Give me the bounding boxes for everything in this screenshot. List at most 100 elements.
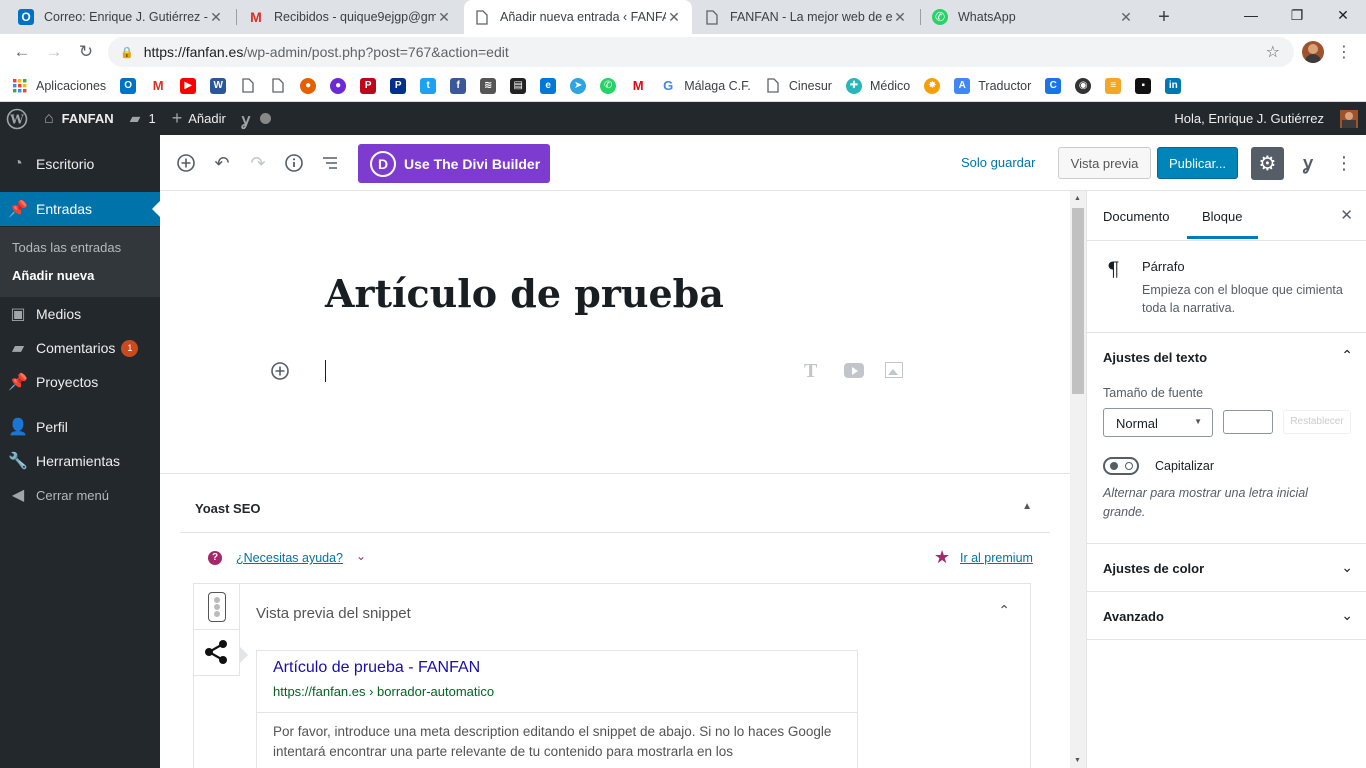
collapse-arrow-icon[interactable]: ▲	[1022, 501, 1032, 512]
bookmark-item[interactable]: P	[390, 77, 407, 94]
bookmark-item[interactable]: ▪	[1135, 77, 1152, 94]
redo-button[interactable]: ↷	[246, 151, 270, 175]
profile-avatar[interactable]	[1302, 41, 1324, 63]
block-navigation-button[interactable]	[318, 151, 342, 175]
bookmark-item[interactable]: G Málaga C.F.	[660, 78, 751, 94]
admin-avatar[interactable]	[1340, 110, 1358, 128]
video-icon[interactable]	[844, 363, 864, 378]
close-icon[interactable]: ✕	[1340, 206, 1353, 224]
bookmark-item[interactable]: Cinesur	[765, 78, 832, 94]
settings-button[interactable]: ⚙	[1251, 147, 1284, 180]
bookmark-item[interactable]: ◉	[1075, 77, 1092, 94]
reload-button[interactable]: ↻	[74, 40, 98, 64]
close-icon[interactable]: ✕	[666, 9, 682, 26]
share-icon[interactable]	[194, 630, 240, 676]
dropcap-toggle[interactable]	[1103, 457, 1139, 475]
browser-tab-outlook[interactable]: O Correo: Enrique J. Gutiérrez - C ✕	[8, 0, 234, 34]
yoast-sidebar-button[interactable]: ỿ	[1296, 151, 1320, 175]
advanced-panel[interactable]: Avanzado ⌄	[1087, 592, 1366, 640]
chevron-down-icon[interactable]: ⌄	[1341, 607, 1353, 624]
address-bar[interactable]: 🔒 https://fanfan.es/wp-admin/post.php?po…	[108, 37, 1294, 67]
sidebar-item-cerrar-menu[interactable]: ◀ Cerrar menú	[0, 478, 160, 512]
back-button[interactable]: ←	[10, 40, 34, 64]
bookmark-item[interactable]: M	[150, 78, 166, 94]
traffic-light-icon[interactable]	[194, 584, 240, 630]
forward-button[interactable]: →	[42, 40, 66, 64]
bookmark-item[interactable]: ✸	[924, 77, 941, 94]
bookmark-item[interactable]: ➤	[570, 77, 587, 94]
bookmark-item[interactable]: C	[1045, 77, 1062, 94]
sidebar-item-herramientas[interactable]: 🔧 Herramientas	[0, 444, 160, 478]
premium-link[interactable]: Ir al premium	[960, 551, 1033, 565]
save-draft-button[interactable]: Solo guardar	[961, 155, 1035, 170]
minimize-button[interactable]: —	[1228, 0, 1274, 30]
close-icon[interactable]: ✕	[1118, 9, 1134, 26]
text-settings-title[interactable]: Ajustes del texto	[1103, 350, 1207, 365]
star-icon[interactable]: ☆	[1266, 42, 1280, 62]
comments-link[interactable]: ▰ 1	[122, 102, 164, 135]
browser-tab-fanfan[interactable]: FANFAN - La mejor web de ent ✕	[694, 0, 918, 34]
bookmark-item[interactable]: ▤	[510, 77, 527, 94]
help-link[interactable]: ¿Necesitas ayuda?	[236, 551, 343, 565]
browser-tab-gmail[interactable]: M Recibidos - quique9ejgp@gma ✕	[238, 0, 462, 34]
sidebar-item-medios[interactable]: ▣ Medios	[0, 297, 160, 331]
scroll-down-icon[interactable]: ▼	[1074, 757, 1081, 764]
bookmark-item[interactable]: t	[420, 77, 437, 94]
info-button[interactable]	[282, 151, 306, 175]
undo-button[interactable]: ↶	[210, 151, 234, 175]
chevron-up-icon[interactable]: ⌃	[998, 602, 1010, 619]
image-icon[interactable]	[885, 362, 903, 378]
chrome-menu-icon[interactable]: ⋮	[1336, 42, 1352, 62]
bookmark-item[interactable]: ≡	[1105, 77, 1122, 94]
bookmark-item[interactable]: ✚ Médico	[845, 77, 910, 94]
yoast-adminbar-link[interactable]: ỿ	[234, 102, 279, 135]
bookmark-item[interactable]	[270, 78, 286, 94]
sidebar-item-escritorio[interactable]: ◔ Escritorio	[0, 147, 160, 181]
bookmark-item[interactable]: Aplicaciones	[12, 78, 106, 94]
add-new-link[interactable]: + Añadir	[164, 102, 234, 135]
sidebar-item-comentarios[interactable]: ▰ Comentarios 1	[0, 331, 160, 365]
bookmark-item[interactable]: M	[630, 78, 646, 94]
bookmark-item[interactable]: f	[450, 77, 467, 94]
user-greeting-link[interactable]: Hola, Enrique J. Gutiérrez	[1166, 102, 1332, 135]
browser-tab-whatsapp[interactable]: ✆ WhatsApp ✕	[922, 0, 1144, 34]
bookmark-item[interactable]: W	[210, 77, 227, 94]
browser-tab-active[interactable]: Añadir nueva entrada ‹ FANFAN ✕	[464, 0, 692, 34]
bookmark-item[interactable]: O	[120, 77, 137, 94]
new-tab-button[interactable]: +	[1152, 5, 1176, 29]
scrollbar-thumb[interactable]	[1072, 208, 1084, 394]
chevron-up-icon[interactable]: ⌃	[1341, 347, 1353, 364]
window-close-button[interactable]: ✕	[1320, 0, 1366, 30]
color-settings-panel[interactable]: Ajustes de color ⌄	[1087, 544, 1366, 592]
bookmark-item[interactable]: P	[360, 77, 377, 94]
chevron-down-icon[interactable]: ⌄	[1341, 559, 1353, 576]
bookmark-item[interactable]: ≋	[480, 77, 497, 94]
wordpress-logo-icon[interactable]: W	[0, 102, 36, 135]
post-title[interactable]: Artículo de prueba	[325, 271, 724, 316]
submenu-anadir-nueva[interactable]: Añadir nueva	[12, 268, 94, 283]
close-icon[interactable]: ✕	[892, 9, 908, 26]
site-name-link[interactable]: ⌂ FANFAN	[36, 102, 122, 135]
google-preview[interactable]: Artículo de prueba - FANFAN https://fanf…	[256, 650, 858, 768]
close-icon[interactable]: ✕	[208, 9, 224, 26]
preview-button[interactable]: Vista previa	[1058, 147, 1151, 179]
tab-bloque[interactable]: Bloque	[1202, 209, 1242, 224]
sidebar-item-perfil[interactable]: 👤 Perfil	[0, 410, 160, 444]
add-block-button[interactable]	[174, 151, 198, 175]
close-icon[interactable]: ✕	[436, 9, 452, 26]
divi-builder-button[interactable]: D Use The Divi Builder	[358, 144, 550, 183]
bookmark-item[interactable]: ●	[300, 77, 317, 94]
bookmark-item[interactable]: e	[540, 77, 557, 94]
inline-add-block-button[interactable]	[270, 361, 290, 384]
scroll-up-icon[interactable]: ▲	[1074, 195, 1081, 202]
maximize-button[interactable]: ❐	[1274, 0, 1320, 30]
empty-paragraph-block[interactable]	[326, 351, 906, 391]
bookmark-item[interactable]: ✆	[600, 77, 617, 94]
more-menu-icon[interactable]: ⋮	[1332, 151, 1356, 175]
bookmark-item[interactable]: ▶	[180, 77, 197, 94]
custom-font-size-input[interactable]	[1223, 410, 1273, 434]
text-heading-icon[interactable]: T	[804, 360, 817, 383]
yoast-metabox-header[interactable]: Yoast SEO ▲	[180, 483, 1050, 533]
bookmark-item[interactable]: in	[1165, 77, 1182, 94]
sidebar-item-proyectos[interactable]: 📌 Proyectos	[0, 365, 160, 399]
